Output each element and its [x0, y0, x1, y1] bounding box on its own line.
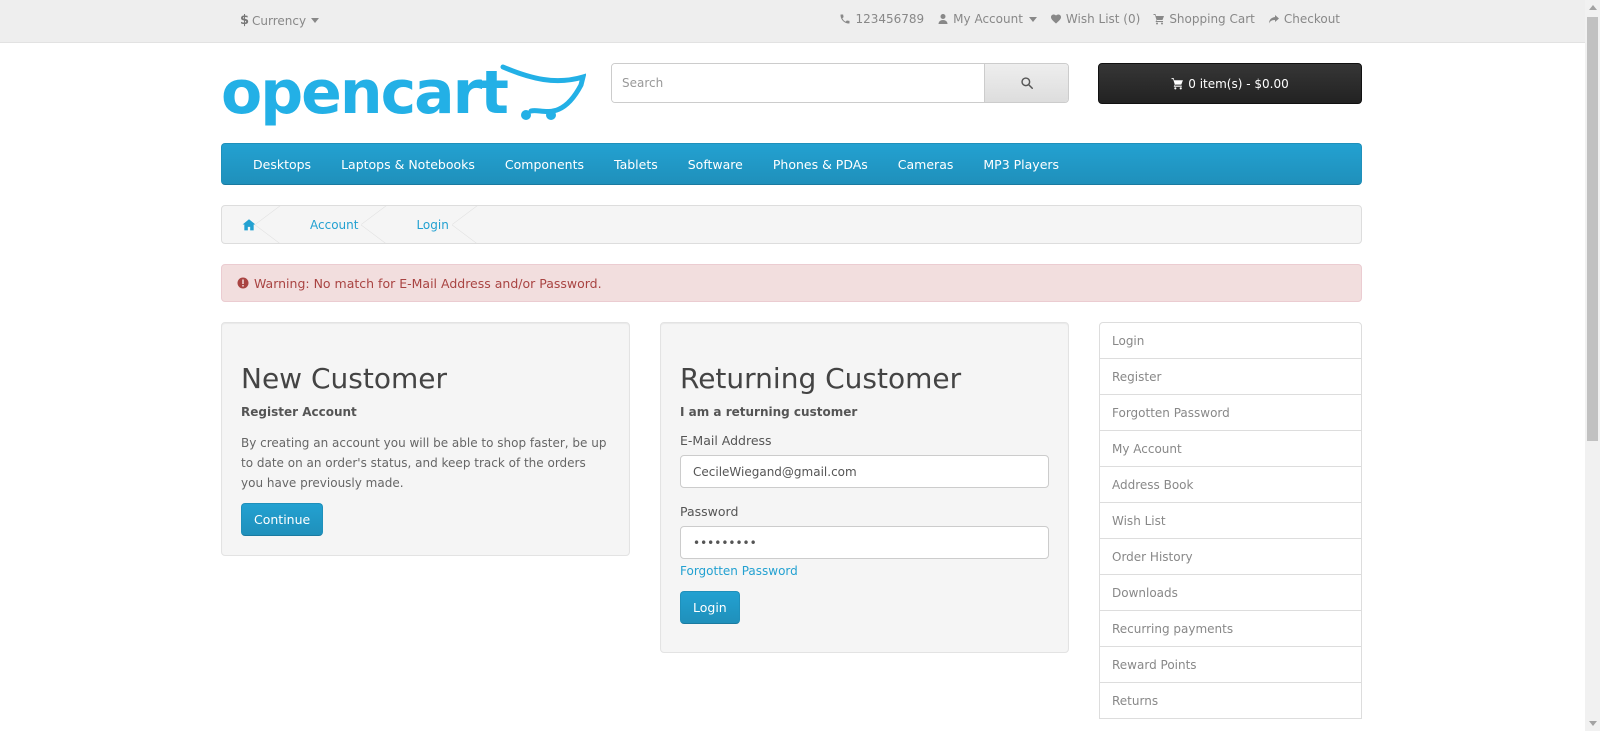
main-menu: Desktops Laptops & Notebooks Components … — [221, 143, 1362, 185]
phone-link[interactable]: 123456789 — [839, 12, 924, 26]
login-button[interactable]: Login — [680, 591, 740, 624]
my-account-label: My Account — [953, 12, 1023, 26]
menu-item-mp3[interactable]: MP3 Players — [983, 157, 1059, 172]
sidebar-item-recurring-payments[interactable]: Recurring payments — [1099, 610, 1362, 647]
currency-label: Currency — [252, 13, 307, 28]
forgotten-password-link[interactable]: Forgotten Password — [680, 564, 1049, 578]
new-customer-description: By creating an account you will be able … — [241, 436, 607, 490]
menu-item-cameras[interactable]: Cameras — [898, 157, 954, 172]
sidebar-item-returns[interactable]: Returns — [1099, 682, 1362, 719]
logo-text: opencart — [221, 63, 508, 128]
sidebar-item-forgotten-password[interactable]: Forgotten Password — [1099, 394, 1362, 431]
returning-customer-panel: Returning Customer I am a returning cust… — [660, 322, 1069, 653]
currency-symbol: $ — [240, 13, 250, 28]
sidebar-item-wish-list[interactable]: Wish List — [1099, 502, 1362, 539]
email-label: E-Mail Address — [680, 433, 772, 448]
email-field[interactable]: CecileWiegand@gmail.com — [680, 455, 1049, 488]
alert-text: Warning: No match for E-Mail Address and… — [254, 275, 602, 291]
breadcrumb-account[interactable]: Account — [280, 205, 388, 244]
breadcrumb-home[interactable] — [222, 205, 281, 244]
menu-item-desktops[interactable]: Desktops — [253, 157, 311, 172]
menu-item-software[interactable]: Software — [688, 157, 743, 172]
search-icon — [1020, 77, 1033, 89]
sidebar-item-my-account[interactable]: My Account — [1099, 430, 1362, 467]
cart-icon — [1171, 78, 1184, 90]
register-account-heading: Register Account — [241, 405, 357, 419]
sidebar-item-register[interactable]: Register — [1099, 358, 1362, 395]
shopping-cart-label: Shopping Cart — [1169, 12, 1255, 26]
cart-button[interactable]: 0 item(s) - $0.00 — [1098, 63, 1362, 104]
search-input[interactable] — [612, 64, 984, 102]
returning-customer-title: Returning Customer — [680, 362, 962, 395]
warning-alert: Warning: No match for E-Mail Address and… — [221, 264, 1362, 302]
checkout-link[interactable]: Checkout — [1268, 12, 1340, 26]
new-customer-panel: New Customer Register Account By creatin… — [221, 322, 630, 556]
password-label: Password — [680, 504, 739, 519]
menu-item-tablets[interactable]: Tablets — [614, 157, 658, 172]
phone-number: 123456789 — [855, 12, 925, 26]
shopping-cart-link[interactable]: Shopping Cart — [1153, 12, 1255, 26]
wish-list-label: Wish List (0) — [1065, 12, 1141, 26]
heart-icon — [1050, 14, 1061, 24]
phone-icon — [840, 14, 850, 24]
menu-item-components[interactable]: Components — [505, 157, 584, 172]
currency-dropdown[interactable]: $ Currency — [240, 13, 320, 28]
top-links: 123456789 My Account Wish List (0) Shopp… — [839, 12, 1340, 26]
breadcrumb-login[interactable]: Login — [386, 205, 479, 244]
caret-down-icon — [311, 18, 320, 23]
sidebar-item-login[interactable]: Login — [1099, 322, 1362, 359]
scroll-down-icon[interactable] — [1589, 721, 1597, 726]
account-sidebar: Login Register Forgotten Password My Acc… — [1099, 322, 1362, 719]
caret-down-icon — [1028, 16, 1037, 22]
my-account-dropdown[interactable]: My Account — [937, 12, 1037, 26]
sidebar-item-address-book[interactable]: Address Book — [1099, 466, 1362, 503]
menu-item-laptops[interactable]: Laptops & Notebooks — [341, 157, 475, 172]
password-field[interactable]: ••••••••• — [680, 526, 1049, 559]
page-scrollbar[interactable] — [1585, 0, 1600, 731]
user-icon — [938, 14, 948, 24]
search-bar — [611, 63, 1069, 103]
sidebar-item-reward-points[interactable]: Reward Points — [1099, 646, 1362, 683]
returning-customer-subtitle: I am a returning customer — [680, 405, 858, 419]
menu-item-phones[interactable]: Phones & PDAs — [773, 157, 868, 172]
home-icon — [242, 219, 256, 231]
continue-button[interactable]: Continue — [241, 503, 324, 536]
new-customer-title: New Customer — [241, 362, 447, 395]
sidebar-item-downloads[interactable]: Downloads — [1099, 574, 1362, 611]
cart-icon — [1153, 14, 1165, 25]
top-bar: $ Currency 123456789 My Account Wish Lis… — [0, 0, 1585, 43]
opencart-logo[interactable]: opencart — [221, 63, 586, 135]
cart-label: 0 item(s) - $0.00 — [1188, 76, 1289, 91]
sidebar-item-order-history[interactable]: Order History — [1099, 538, 1362, 575]
share-icon — [1268, 15, 1279, 24]
search-button[interactable] — [984, 64, 1068, 102]
checkout-label: Checkout — [1283, 12, 1340, 26]
wish-list-link[interactable]: Wish List (0) — [1050, 12, 1140, 26]
breadcrumb: Account Login — [221, 205, 1362, 244]
scroll-up-icon[interactable] — [1589, 5, 1597, 10]
exclamation-circle-icon — [237, 277, 249, 289]
scrollbar-thumb[interactable] — [1587, 17, 1598, 441]
